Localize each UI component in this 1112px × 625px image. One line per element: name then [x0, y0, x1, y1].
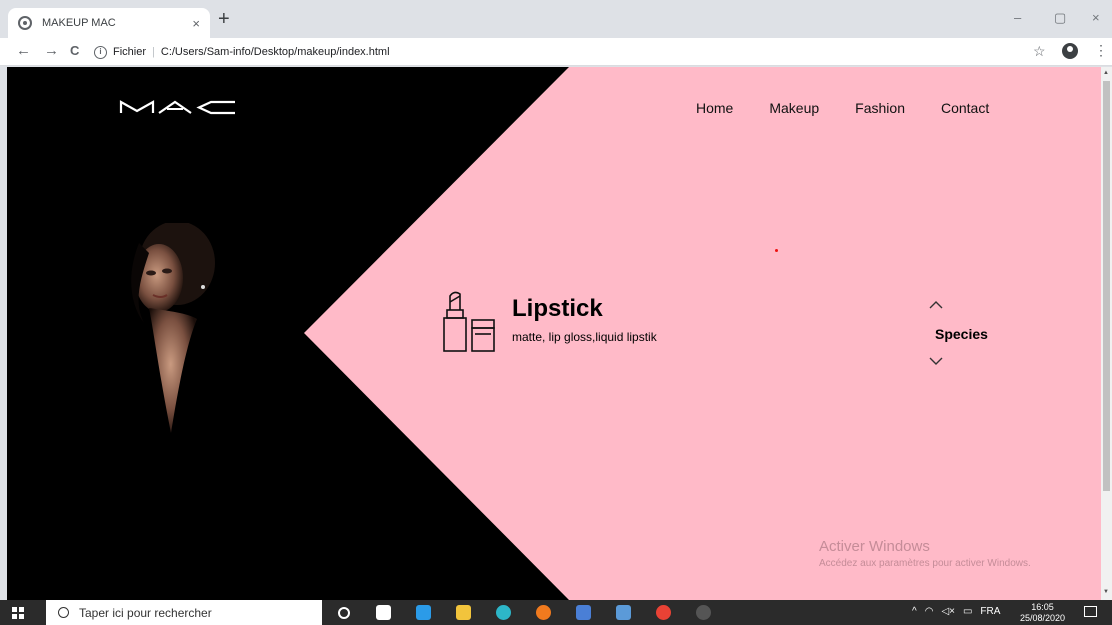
page-scrollbar[interactable]: ▲ ▼ [1101, 67, 1112, 600]
clock-time: 16:05 [1031, 602, 1054, 612]
firefox-icon[interactable] [536, 605, 551, 620]
url-text: C:/Users/Sam-info/Desktop/makeup/index.h… [160, 46, 390, 58]
page-viewport: Home Makeup Fashion Contact Lipstick mat… [7, 67, 1101, 600]
network-icon[interactable]: ◠ [925, 606, 934, 617]
back-button[interactable]: ← [16, 43, 31, 59]
chrome-icon[interactable] [656, 605, 671, 620]
nav-makeup[interactable]: Makeup [769, 100, 819, 116]
watermark-title: Activer Windows [819, 538, 930, 555]
forward-button[interactable]: → [44, 43, 59, 59]
tab-close-icon[interactable]: × [192, 16, 200, 31]
chevron-down-icon[interactable] [927, 355, 945, 367]
mac-logo[interactable] [119, 99, 237, 115]
scroll-thumb[interactable] [1103, 81, 1110, 491]
profile-icon[interactable] [1062, 43, 1078, 59]
photos-icon[interactable] [696, 605, 711, 620]
address-bar[interactable]: i Fichier | C:/Users/Sam-info/Desktop/ma… [94, 41, 1059, 63]
main-nav: Home Makeup Fashion Contact [696, 100, 989, 116]
battery-icon[interactable]: ▭ [963, 606, 972, 617]
scroll-down-arrow-icon[interactable]: ▼ [1103, 589, 1109, 595]
store-icon[interactable] [376, 605, 391, 620]
taskbar-search[interactable]: Taper ici pour rechercher [46, 600, 322, 625]
product-subtitle: matte, lip gloss,liquid lipstik [512, 330, 657, 344]
nav-home[interactable]: Home [696, 100, 733, 116]
tray-chevron-icon[interactable]: ^ [912, 606, 917, 617]
app-icon[interactable] [616, 605, 631, 620]
edge-icon[interactable] [496, 605, 511, 620]
windows-activation-watermark: Activer Windows Accédez aux paramètres p… [819, 538, 1031, 569]
mail-icon[interactable] [416, 605, 431, 620]
watermark-subtitle: Accédez aux paramètres pour activer Wind… [819, 558, 1031, 569]
tab-title: MAKEUP MAC [42, 17, 116, 29]
cortana-icon[interactable] [338, 607, 350, 619]
model-portrait-image [131, 223, 215, 433]
red-dot [775, 249, 778, 252]
scroll-up-arrow-icon[interactable]: ▲ [1103, 70, 1109, 76]
taskbar-search-placeholder: Taper ici pour rechercher [79, 605, 212, 620]
restore-button[interactable]: ▢ [1054, 10, 1066, 26]
file-explorer-icon[interactable] [456, 605, 471, 620]
tab-strip: MAKEUP MAC × + – ▢ × [0, 0, 1112, 38]
system-tray: ^ ◠ ◁× ▭ FRA [912, 606, 1000, 617]
address-separator: | [152, 46, 155, 58]
globe-icon [18, 16, 32, 30]
language-indicator[interactable]: FRA [980, 606, 1000, 617]
clock-date: 25/08/2020 [1020, 613, 1066, 623]
word-icon[interactable] [576, 605, 591, 620]
nav-fashion[interactable]: Fashion [855, 100, 905, 116]
info-icon[interactable]: i [94, 45, 107, 59]
new-tab-button[interactable]: + [218, 9, 230, 29]
taskbar-clock[interactable]: 16:05 25/08/2020 [1020, 602, 1065, 624]
windows-taskbar: Taper ici pour rechercher ^ ◠ ◁× ▭ FRA 1… [0, 600, 1112, 625]
species-label: Species [935, 326, 988, 342]
browser-menu-icon[interactable]: ⋮ [1094, 42, 1108, 59]
reload-button[interactable]: C [70, 43, 79, 59]
volume-muted-icon[interactable]: ◁× [941, 606, 955, 617]
notification-icon[interactable] [1084, 606, 1097, 617]
nav-contact[interactable]: Contact [941, 100, 989, 116]
browser-toolbar: ← → C i Fichier | C:/Users/Sam-info/Desk… [0, 38, 1112, 66]
chevron-up-icon[interactable] [927, 299, 945, 311]
browser-tab[interactable]: MAKEUP MAC × [8, 8, 210, 38]
file-label: Fichier [113, 46, 147, 58]
minimize-button[interactable]: – [1014, 10, 1021, 25]
lipstick-icon [443, 291, 495, 352]
windows-start-icon[interactable] [12, 607, 24, 619]
bookmark-star-icon[interactable]: ☆ [1033, 43, 1046, 60]
product-title: Lipstick [512, 295, 603, 322]
close-window-button[interactable]: × [1092, 10, 1100, 25]
search-icon [58, 607, 69, 618]
screen: MAKEUP MAC × + – ▢ × ← → C i Fichier | C… [0, 0, 1112, 625]
